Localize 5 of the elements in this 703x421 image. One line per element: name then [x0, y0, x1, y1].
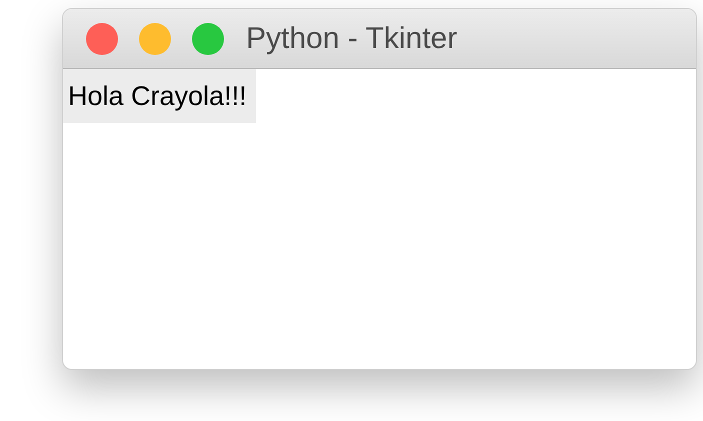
zoom-button[interactable]	[192, 22, 224, 54]
minimize-button[interactable]	[139, 22, 171, 54]
close-button[interactable]	[86, 22, 118, 54]
greeting-label: Hola Crayola!!!	[63, 69, 256, 123]
window-title: Python - Tkinter	[246, 21, 458, 57]
